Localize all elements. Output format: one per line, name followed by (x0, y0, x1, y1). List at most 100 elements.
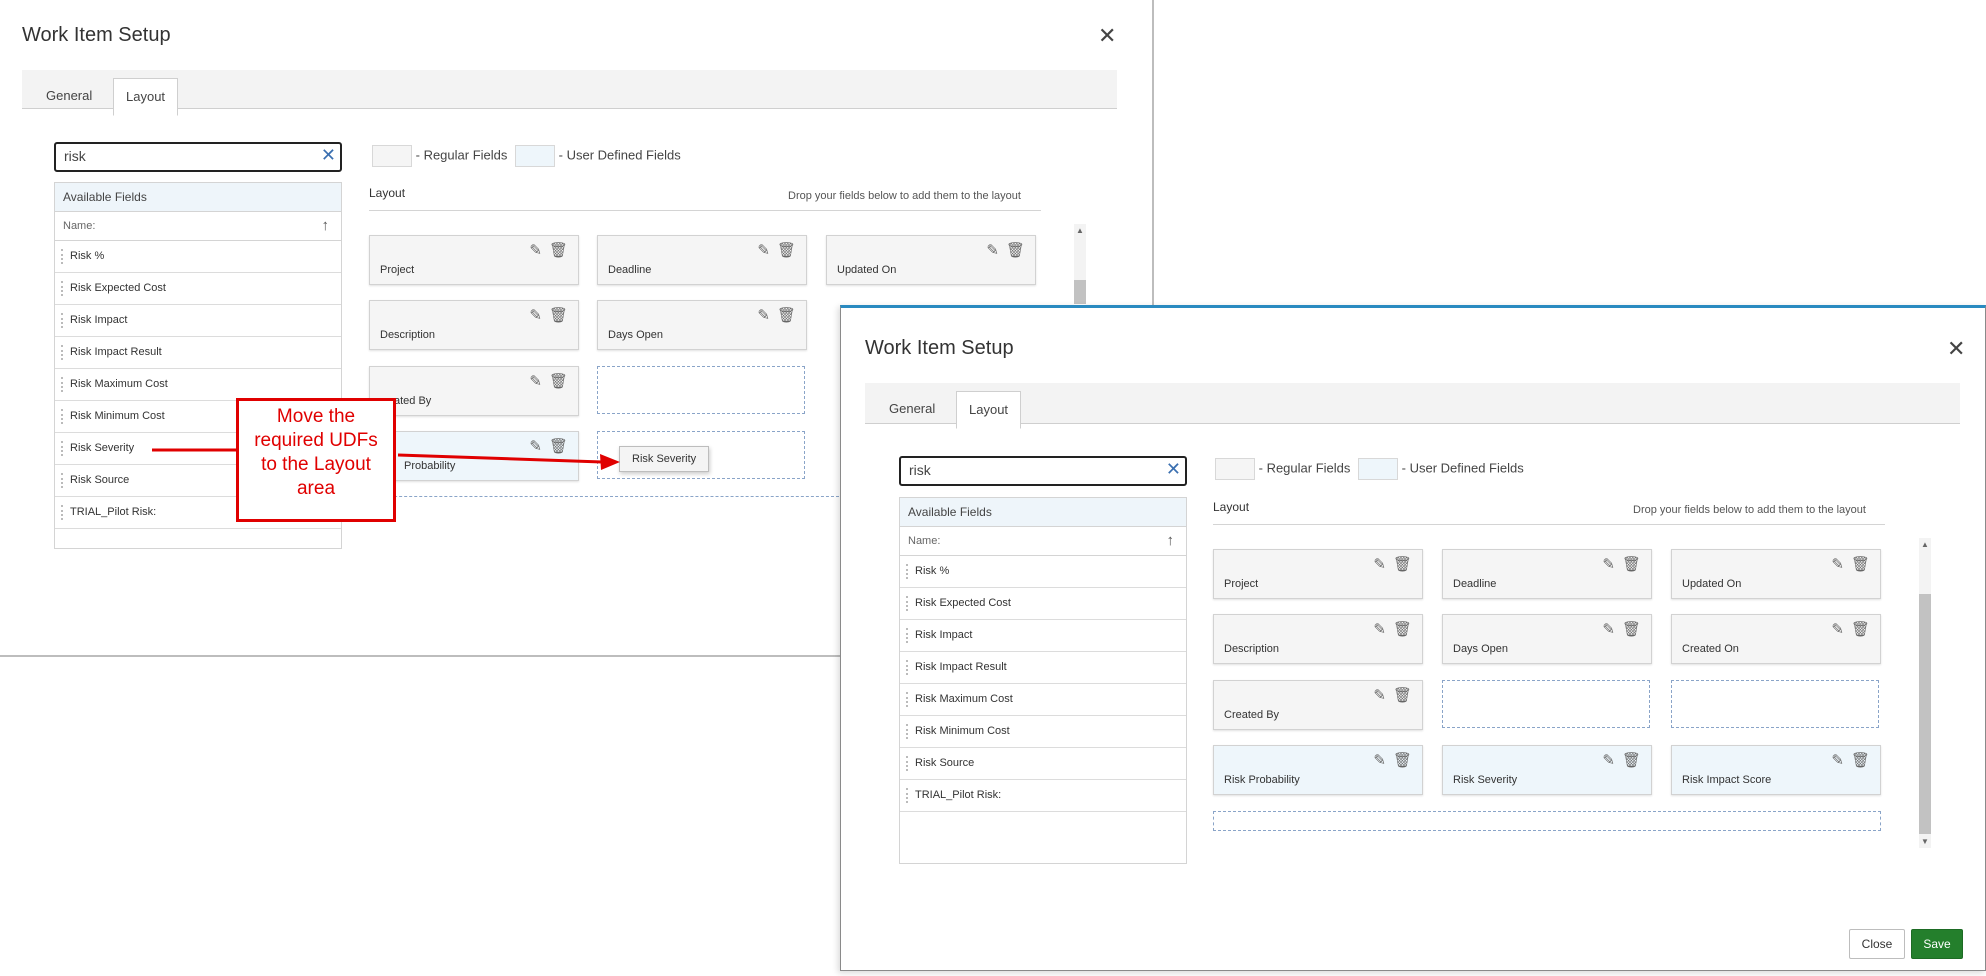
search-input[interactable]: risk ✕ (899, 456, 1187, 486)
empty-slot[interactable] (597, 366, 805, 414)
tab-bar: General Layout (865, 383, 1960, 429)
clear-search-icon[interactable]: ✕ (321, 145, 336, 166)
layout-scrollbar[interactable]: ▲ (1074, 224, 1086, 304)
layout-card[interactable]: ✎ 🗑 Days Open (1442, 614, 1652, 664)
trash-icon[interactable]: 🗑 (1851, 751, 1870, 769)
pencil-icon[interactable]: ✎ (1831, 620, 1844, 638)
callout-line: area (296, 478, 336, 499)
trash-icon[interactable]: 🗑 (549, 306, 568, 324)
tab-general[interactable]: General (34, 78, 104, 113)
trash-icon[interactable]: 🗑 (1622, 555, 1641, 573)
trash-icon[interactable]: 🗑 (1393, 751, 1412, 769)
pencil-icon[interactable]: ✎ (1831, 555, 1844, 573)
pencil-icon[interactable]: ✎ (529, 372, 542, 390)
sort-arrow-icon[interactable]: ↑ (322, 212, 330, 240)
scroll-thumb[interactable] (1074, 280, 1086, 304)
trash-icon[interactable]: 🗑 (1393, 686, 1412, 704)
tab-layout[interactable]: Layout (113, 78, 179, 116)
pencil-icon[interactable]: ✎ (1602, 620, 1615, 638)
pencil-icon[interactable]: ✎ (757, 306, 770, 324)
name-sort-row[interactable]: Name: ↑ (55, 212, 341, 241)
layout-card[interactable]: ✎ 🗑 Project (1213, 549, 1423, 599)
card-label: Deadline (1453, 578, 1497, 590)
layout-card[interactable]: ✎ 🗑 Deadline (597, 235, 807, 285)
trash-icon[interactable]: 🗑 (549, 241, 568, 259)
empty-slot[interactable] (1442, 680, 1650, 728)
trash-icon[interactable]: 🗑 (1851, 620, 1870, 638)
trash-icon[interactable]: 🗑 (1393, 620, 1412, 638)
layout-card[interactable]: ✎ 🗑 Risk Impact Score (1671, 745, 1881, 795)
trash-icon[interactable]: 🗑 (1006, 241, 1025, 259)
pencil-icon[interactable]: ✎ (529, 241, 542, 259)
search-input[interactable]: risk ✕ (54, 142, 342, 172)
card-label: Created On (1682, 643, 1739, 655)
tab-layout[interactable]: Layout (956, 391, 1022, 429)
pencil-icon[interactable]: ✎ (529, 437, 542, 455)
trash-icon[interactable]: 🗑 (1851, 555, 1870, 573)
list-item[interactable]: Risk Impact Result (55, 337, 341, 369)
layout-card[interactable]: ✎ 🗑 Description (1213, 614, 1423, 664)
layout-card[interactable]: ✎ 🗑 Deadline (1442, 549, 1652, 599)
scroll-up-icon[interactable]: ▲ (1921, 540, 1929, 549)
list-item[interactable]: Risk Minimum Cost (900, 716, 1186, 748)
trash-icon[interactable]: 🗑 (1622, 751, 1641, 769)
dragged-field[interactable]: Risk Severity (619, 446, 710, 472)
layout-card[interactable]: ✎ 🗑 Risk Probability (1213, 745, 1423, 795)
layout-card[interactable]: ✎ 🗑 Updated On (1671, 549, 1881, 599)
trash-icon[interactable]: 🗑 (1393, 555, 1412, 573)
scroll-up-icon[interactable]: ▲ (1076, 226, 1084, 235)
pencil-icon[interactable]: ✎ (529, 306, 542, 324)
tab-general[interactable]: General (877, 391, 947, 426)
layout-card[interactable]: ✎ 🗑 Created On (1671, 614, 1881, 664)
save-button[interactable]: Save (1911, 929, 1963, 959)
list-item[interactable]: Risk Source (900, 748, 1186, 780)
layout-card[interactable]: ✎ 🗑 ated By (369, 366, 579, 416)
pencil-icon[interactable]: ✎ (986, 241, 999, 259)
empty-slot[interactable] (1671, 680, 1879, 728)
trash-icon[interactable]: 🗑 (777, 241, 796, 259)
empty-row-slot[interactable] (369, 496, 839, 515)
list-item[interactable]: Risk % (900, 556, 1186, 588)
name-label: Name: (908, 535, 941, 547)
list-item[interactable]: Risk Expected Cost (900, 588, 1186, 620)
trash-icon[interactable]: 🗑 (549, 372, 568, 390)
pencil-icon[interactable]: ✎ (1602, 555, 1615, 573)
scroll-thumb[interactable] (1919, 594, 1931, 834)
list-item[interactable]: Risk % (55, 241, 341, 273)
sort-arrow-icon[interactable]: ↑ (1167, 527, 1175, 555)
list-item[interactable]: Risk Impact (55, 305, 341, 337)
pencil-icon[interactable]: ✎ (1373, 751, 1386, 769)
trash-icon[interactable]: 🗑 (777, 306, 796, 324)
list-item[interactable]: Risk Impact (900, 620, 1186, 652)
pencil-icon[interactable]: ✎ (1373, 620, 1386, 638)
clear-search-icon[interactable]: ✕ (1166, 459, 1181, 480)
close-button[interactable]: Close (1849, 929, 1905, 959)
pencil-icon[interactable]: ✎ (1602, 751, 1615, 769)
pencil-icon[interactable]: ✎ (1831, 751, 1844, 769)
pencil-icon[interactable]: ✎ (1373, 555, 1386, 573)
list-item[interactable]: Risk Impact Result (900, 652, 1186, 684)
trash-icon[interactable]: 🗑 (1622, 620, 1641, 638)
pencil-icon[interactable]: ✎ (1373, 686, 1386, 704)
list-item[interactable]: Risk Maximum Cost (55, 369, 341, 401)
trash-icon[interactable]: 🗑 (549, 437, 568, 455)
layout-card[interactable]: ✎ 🗑 Probability (369, 431, 579, 481)
card-label: ated By (394, 395, 432, 407)
close-icon[interactable]: ✕ (1098, 25, 1116, 47)
layout-card[interactable]: ✎ 🗑 Created By (1213, 680, 1423, 730)
close-icon[interactable]: ✕ (1947, 338, 1965, 360)
layout-card[interactable]: ✎ 🗑 Project (369, 235, 579, 285)
layout-card[interactable]: ✎ 🗑 Risk Severity (1442, 745, 1652, 795)
list-item[interactable]: Risk Expected Cost (55, 273, 341, 305)
list-item[interactable]: TRIAL_Pilot Risk: (900, 780, 1186, 812)
layout-card[interactable]: ✎ 🗑 Description (369, 300, 579, 350)
dialog-title: Work Item Setup (865, 337, 1014, 359)
layout-card[interactable]: ✎ 🗑 Updated On (826, 235, 1036, 285)
layout-scrollbar[interactable]: ▲ ▼ (1919, 538, 1931, 848)
name-sort-row[interactable]: Name: ↑ (900, 527, 1186, 556)
list-item[interactable]: Risk Maximum Cost (900, 684, 1186, 716)
layout-card[interactable]: ✎ 🗑 Days Open (597, 300, 807, 350)
pencil-icon[interactable]: ✎ (757, 241, 770, 259)
scroll-down-icon[interactable]: ▼ (1921, 837, 1929, 846)
empty-row-slot[interactable] (1213, 811, 1881, 831)
